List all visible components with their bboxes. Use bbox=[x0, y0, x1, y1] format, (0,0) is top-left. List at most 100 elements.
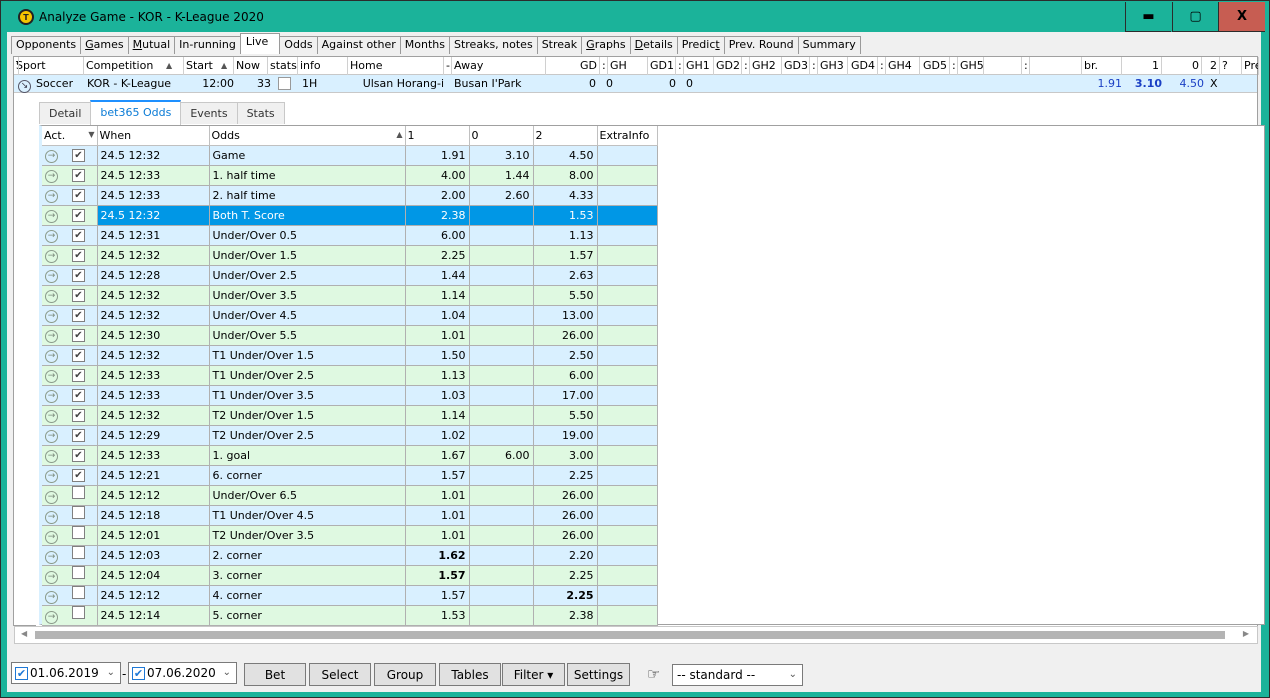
subtab-events[interactable]: Events bbox=[180, 102, 238, 124]
subtab-stats[interactable]: Stats bbox=[236, 102, 285, 124]
go-arrow-icon[interactable]: → bbox=[45, 249, 58, 263]
go-arrow-icon[interactable]: → bbox=[45, 149, 58, 163]
game-col---13[interactable]: : bbox=[676, 57, 684, 75]
game-col-gh3-20[interactable]: GH3 bbox=[818, 57, 848, 75]
game-col-now-3[interactable]: Now bbox=[234, 57, 268, 75]
odds-row[interactable]: → ✔ 24.5 12:33 2. half time 2.00 2.60 4.33 bbox=[42, 185, 658, 206]
game-col-gd-9[interactable]: GD bbox=[546, 57, 600, 75]
game-col-1-31[interactable]: 1 bbox=[1122, 57, 1162, 75]
row-checkbox[interactable] bbox=[72, 606, 85, 619]
game-col-gd4-21[interactable]: GD4 bbox=[848, 57, 878, 75]
row-checkbox[interactable]: ✔ bbox=[72, 468, 85, 482]
row-checkbox[interactable] bbox=[72, 526, 85, 539]
game-col---22[interactable]: : bbox=[878, 57, 886, 75]
tab-odds[interactable]: Odds bbox=[279, 36, 318, 54]
go-arrow-icon[interactable]: → bbox=[45, 329, 58, 343]
settings-button[interactable]: Settings bbox=[567, 663, 630, 686]
tab-streaks-notes[interactable]: Streaks, notes bbox=[448, 36, 538, 54]
go-arrow-icon[interactable]: → bbox=[45, 409, 58, 423]
game-col-gd5-24[interactable]: GD5 bbox=[920, 57, 950, 75]
go-arrow-icon[interactable]: → bbox=[45, 611, 58, 624]
game-col-0-32[interactable]: 0 bbox=[1162, 57, 1202, 75]
row-checkbox[interactable]: ✔ bbox=[72, 448, 85, 462]
col-2[interactable]: 2 bbox=[533, 126, 598, 146]
odds-row[interactable]: → 24.5 12:18 T1 Under/Over 4.5 1.01 26.00 bbox=[42, 505, 658, 526]
row-checkbox[interactable]: ✔ bbox=[72, 268, 85, 282]
odds-row[interactable]: → 24.5 12:01 T2 Under/Over 3.5 1.01 26.00 bbox=[42, 525, 658, 546]
tab-summary[interactable]: Summary bbox=[797, 36, 861, 54]
game-col-gd1-12[interactable]: GD1 bbox=[648, 57, 676, 75]
game-col-gh-11[interactable]: GH bbox=[608, 57, 648, 75]
odds-row[interactable]: → ✔ 24.5 12:30 Under/Over 5.5 1.01 26.00 bbox=[42, 325, 658, 346]
odds-row[interactable]: → ✔ 24.5 12:33 T1 Under/Over 2.5 1.13 6.00 bbox=[42, 365, 658, 386]
tab-predict[interactable]: Predict bbox=[676, 36, 725, 54]
profile-select[interactable]: -- standard -- ⌄ bbox=[672, 664, 803, 686]
go-arrow-icon[interactable]: → bbox=[45, 591, 58, 604]
row-checkbox[interactable] bbox=[72, 546, 85, 559]
chevron-down-icon[interactable]: ⌄ bbox=[107, 667, 115, 678]
collapse-icon[interactable]: ↘ bbox=[18, 76, 31, 94]
close-button[interactable]: X bbox=[1218, 2, 1265, 32]
go-arrow-icon[interactable]: → bbox=[45, 491, 58, 504]
col-extrainfo[interactable]: ExtraInfo bbox=[597, 126, 658, 146]
game-col-info-5[interactable]: info bbox=[298, 57, 348, 75]
go-arrow-icon[interactable]: → bbox=[45, 429, 58, 443]
game-col---16[interactable]: : bbox=[742, 57, 750, 75]
tab-prev-round[interactable]: Prev. Round bbox=[723, 36, 799, 54]
go-arrow-icon[interactable]: → bbox=[45, 551, 58, 564]
odds-row[interactable]: → ✔ 24.5 12:33 1. goal 1.67 6.00 3.00 bbox=[42, 445, 658, 466]
odds-row[interactable]: → ✔ 24.5 12:33 1. half time 4.00 1.44 8.00 bbox=[42, 165, 658, 186]
game-col-2-33[interactable]: 2 bbox=[1202, 57, 1220, 75]
odds-row[interactable]: → ✔ 24.5 12:31 Under/Over 0.5 6.00 1.13 bbox=[42, 225, 658, 246]
odds-row[interactable]: → ✔ 24.5 12:29 T2 Under/Over 2.5 1.02 19.00 bbox=[42, 425, 658, 446]
game-col---7[interactable]: - bbox=[444, 57, 452, 75]
row-checkbox[interactable] bbox=[72, 486, 85, 499]
tab-months[interactable]: Months bbox=[399, 36, 450, 54]
game-col---34[interactable]: ? bbox=[1220, 57, 1242, 75]
horizontal-scrollbar[interactable]: ◀ ▶ bbox=[14, 626, 1258, 644]
game-col-blank-29[interactable] bbox=[1030, 57, 1082, 75]
odds-row[interactable]: → 24.5 12:14 5. corner 1.53 2.38 bbox=[42, 605, 658, 626]
tab-streak[interactable]: Streak bbox=[536, 36, 583, 54]
select-button[interactable]: Select bbox=[309, 663, 371, 686]
group-button[interactable]: Group bbox=[374, 663, 436, 686]
odds-row[interactable]: → 24.5 12:12 Under/Over 6.5 1.01 26.00 bbox=[42, 485, 658, 506]
row-checkbox[interactable]: ✔ bbox=[72, 388, 85, 402]
go-arrow-icon[interactable]: → bbox=[45, 209, 58, 223]
game-col-pre-35[interactable]: Pre bbox=[1242, 57, 1259, 75]
row-checkbox[interactable]: ✔ bbox=[72, 408, 85, 422]
tab-against-other[interactable]: Against other bbox=[316, 36, 401, 54]
date-from-picker[interactable]: ✔ 01.06.2019 ⌄ bbox=[11, 662, 121, 684]
tab-in-running[interactable]: In-running bbox=[174, 36, 241, 54]
subtab-bet365-odds[interactable]: bet365 Odds bbox=[90, 100, 182, 125]
odds-row[interactable]: → ✔ 24.5 12:32 Under/Over 3.5 1.14 5.50 bbox=[42, 285, 658, 306]
tab-mutual[interactable]: Mutual bbox=[127, 36, 176, 54]
odds-row[interactable]: → ✔ 24.5 12:32 Under/Over 4.5 1.04 13.00 bbox=[42, 305, 658, 326]
game-col-sport-0[interactable]: Sport bbox=[14, 57, 84, 75]
filter-button[interactable]: Filter ▾ bbox=[502, 663, 565, 686]
tab-live[interactable]: Live bbox=[239, 33, 281, 54]
row-checkbox[interactable]: ✔ bbox=[72, 328, 85, 342]
game-col-gh4-23[interactable]: GH4 bbox=[886, 57, 920, 75]
go-arrow-icon[interactable]: → bbox=[45, 309, 58, 323]
scroll-right-icon[interactable]: ▶ bbox=[1243, 629, 1249, 638]
row-checkbox[interactable] bbox=[72, 506, 85, 519]
odds-row[interactable]: → ✔ 24.5 12:32 Under/Over 1.5 2.25 1.57 bbox=[42, 245, 658, 266]
odds-row[interactable]: → ✔ 24.5 12:32 Both T. Score 2.38 1.53 bbox=[42, 205, 658, 226]
go-arrow-icon[interactable]: → bbox=[45, 389, 58, 403]
row-checkbox[interactable]: ✔ bbox=[72, 188, 85, 202]
go-arrow-icon[interactable]: → bbox=[45, 511, 58, 524]
tab-opponents[interactable]: Opponents bbox=[11, 36, 82, 54]
row-checkbox[interactable]: ✔ bbox=[72, 368, 85, 382]
row-checkbox[interactable]: ✔ bbox=[72, 428, 85, 442]
date-from-checkbox[interactable]: ✔ bbox=[15, 666, 28, 680]
odds-row[interactable]: → ✔ 24.5 12:28 Under/Over 2.5 1.44 2.63 bbox=[42, 265, 658, 286]
go-arrow-icon[interactable]: → bbox=[45, 369, 58, 383]
game-col-blank-27[interactable] bbox=[984, 57, 1022, 75]
tab-graphs[interactable]: Graphs bbox=[581, 36, 631, 54]
date-to-picker[interactable]: ✔ 07.06.2020 ⌄ bbox=[128, 662, 237, 684]
game-col-stats-4[interactable]: stats bbox=[268, 57, 298, 75]
row-checkbox[interactable]: ✔ bbox=[72, 168, 85, 182]
chevron-down-icon[interactable]: ⌄ bbox=[223, 667, 231, 678]
go-arrow-icon[interactable]: → bbox=[45, 349, 58, 363]
